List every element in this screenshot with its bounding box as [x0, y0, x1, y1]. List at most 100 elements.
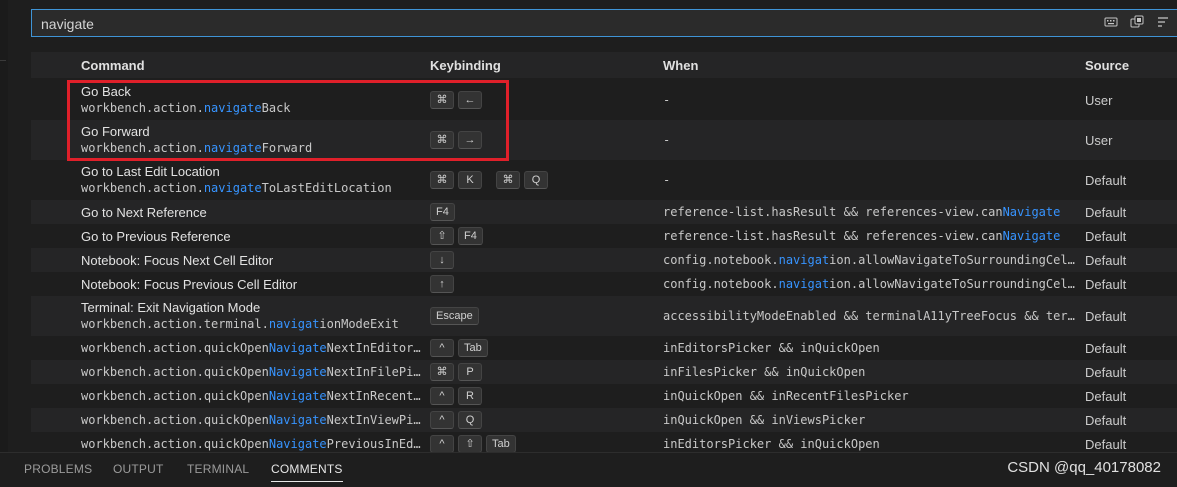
table-row[interactable]: Go to Previous Reference ⇧ F4 reference-… [31, 224, 1177, 248]
keybinding: ^ ⇧ Tab [430, 435, 516, 453]
command-title: Notebook: Focus Next Cell Editor [81, 253, 274, 268]
key-cap: F4 [458, 227, 483, 245]
command-id: workbench.action.navigateToLastEditLocat… [81, 181, 392, 195]
keybinding: ↑ [430, 275, 454, 293]
when-clause: config.notebook.navigation.allowNavigate… [663, 277, 1075, 291]
command-id: workbench.action.navigateForward [81, 141, 313, 155]
key-cap: R [458, 387, 482, 405]
key-cap: ⌘ [430, 131, 454, 149]
key-cap: Q [458, 411, 482, 429]
when-clause: inFilesPicker && inQuickOpen [663, 365, 866, 379]
tab-terminal[interactable]: TERMINAL [187, 462, 249, 476]
key-cap: ← [458, 91, 482, 109]
table-row[interactable]: workbench.action.quickOpenNavigateNextIn… [31, 408, 1177, 432]
search-input-value: navigate [41, 16, 94, 32]
tab-comments[interactable]: COMMENTS [271, 462, 343, 482]
table-row[interactable]: Go Back workbench.action.navigateBack ⌘ … [31, 80, 1177, 120]
table-row[interactable]: Terminal: Exit Navigation Mode workbench… [31, 296, 1177, 336]
tab-output[interactable]: OUTPUT [113, 462, 164, 476]
source-label: Default [1085, 341, 1127, 356]
when-clause: accessibilityModeEnabled && terminalA11y… [663, 309, 1075, 323]
source-label: Default [1085, 413, 1127, 428]
command-id: workbench.action.quickOpenNavigateNextIn… [81, 365, 421, 379]
key-cap: P [458, 363, 482, 381]
keybinding: ⌘ P [430, 363, 482, 381]
key-cap: ↓ [430, 251, 454, 269]
key-cap: ⌘ [430, 91, 454, 109]
key-cap: Q [524, 171, 548, 189]
source-label: Default [1085, 277, 1127, 292]
table-row[interactable]: Go Forward workbench.action.navigateForw… [31, 120, 1177, 160]
command-title: Go Forward [81, 124, 150, 139]
key-cap: ⌘ [496, 171, 520, 189]
command-id: workbench.action.quickOpenNavigateNextIn… [81, 413, 421, 427]
keybinding: ⌘ K ⌘ Q [430, 171, 548, 189]
when-clause: - [663, 93, 671, 107]
table-row[interactable]: Go to Next Reference F4 reference-list.h… [31, 200, 1177, 224]
table-row[interactable]: Go to Last Edit Location workbench.actio… [31, 160, 1177, 200]
source-label: Default [1085, 365, 1127, 380]
keybinding: F4 [430, 203, 455, 221]
key-cap: K [458, 171, 482, 189]
table-row[interactable]: Notebook: Focus Previous Cell Editor ↑ c… [31, 272, 1177, 296]
watermark: CSDN @qq_40178082 [1007, 459, 1161, 476]
when-clause: inEditorsPicker && inQuickOpen [663, 437, 880, 451]
keybinding: ⌘ ← [430, 91, 482, 109]
key-cap: Escape [430, 307, 479, 325]
when-clause: config.notebook.navigation.allowNavigate… [663, 253, 1075, 267]
source-label: Default [1085, 309, 1127, 324]
key-cap: ⌘ [430, 363, 454, 381]
when-clause: inQuickOpen && inViewsPicker [663, 413, 866, 427]
when-clause: reference-list.hasResult && references-v… [663, 229, 1061, 243]
source-label: User [1085, 133, 1113, 148]
source-label: Default [1085, 205, 1127, 220]
column-header-when[interactable]: When [663, 58, 698, 73]
left-gutter [0, 0, 8, 452]
table-row[interactable]: Notebook: Focus Next Cell Editor ↓ confi… [31, 248, 1177, 272]
source-label: Default [1085, 173, 1127, 188]
table-header: Command Keybinding When Source [31, 52, 1177, 78]
key-cap: ^ [430, 411, 454, 429]
command-title: Go to Last Edit Location [81, 164, 220, 179]
key-cap: ↑ [430, 275, 454, 293]
keybindings-search-input[interactable]: navigate [31, 9, 1177, 37]
keyboard-icon[interactable] [1104, 15, 1118, 29]
keybinding: ⇧ F4 [430, 227, 483, 245]
key-cap: ^ [430, 387, 454, 405]
key-cap: ^ [430, 435, 454, 453]
key-cap: ⌘ [430, 171, 454, 189]
key-cap: Tab [486, 435, 516, 453]
when-clause: reference-list.hasResult && references-v… [663, 205, 1061, 219]
tab-problems[interactable]: PROBLEMS [24, 462, 92, 476]
when-clause: inQuickOpen && inRecentFilesPicker [663, 389, 909, 403]
key-cap: ⇧ [458, 435, 482, 453]
column-header-source[interactable]: Source [1085, 58, 1129, 73]
source-label: Default [1085, 253, 1127, 268]
sort-by-precedence-icon[interactable] [1156, 15, 1170, 29]
command-title: Terminal: Exit Navigation Mode [81, 300, 261, 315]
source-label: Default [1085, 389, 1127, 404]
column-header-command[interactable]: Command [81, 58, 145, 73]
keybinding: ↓ [430, 251, 454, 269]
keybinding: ^ Q [430, 411, 482, 429]
command-title: Go to Next Reference [81, 205, 207, 220]
key-cap: ⇧ [430, 227, 454, 245]
when-clause: - [663, 173, 671, 187]
table-row[interactable]: workbench.action.quickOpenNavigateNextIn… [31, 336, 1177, 360]
command-id: workbench.action.quickOpenNavigateNextIn… [81, 341, 421, 355]
keybinding: ^ R [430, 387, 482, 405]
key-cap: ^ [430, 339, 454, 357]
command-title: Go to Previous Reference [81, 229, 231, 244]
source-label: Default [1085, 437, 1127, 452]
gutter-mark [0, 60, 6, 61]
command-title: Go Back [81, 84, 131, 99]
key-cap: Tab [458, 339, 488, 357]
command-title: Notebook: Focus Previous Cell Editor [81, 277, 298, 292]
record-keys-icon[interactable] [1130, 15, 1144, 29]
command-id: workbench.action.terminal.navigationMode… [81, 317, 399, 331]
column-header-keybinding[interactable]: Keybinding [430, 58, 501, 73]
keybinding: Escape [430, 307, 479, 325]
table-row[interactable]: workbench.action.quickOpenNavigateNextIn… [31, 384, 1177, 408]
when-clause: - [663, 133, 671, 147]
table-row[interactable]: workbench.action.quickOpenNavigateNextIn… [31, 360, 1177, 384]
